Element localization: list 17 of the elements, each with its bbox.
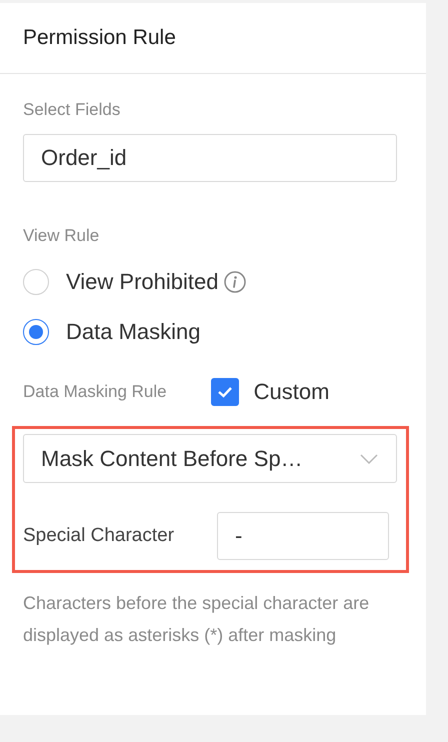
- radio-label[interactable]: Data Masking: [66, 319, 201, 345]
- select-fields-input[interactable]: Order_id: [23, 134, 397, 182]
- help-text: Characters before the special character are displayed as asterisks (*) after masking: [23, 592, 370, 647]
- check-icon: [216, 385, 234, 399]
- field-label: View Rule: [23, 226, 100, 246]
- radio-label[interactable]: View Prohibited: [66, 269, 218, 295]
- info-icon[interactable]: [224, 271, 246, 293]
- checkbox-label[interactable]: Custom: [254, 379, 330, 405]
- field-label: Data Masking Rule: [23, 382, 167, 402]
- radio-button[interactable]: [23, 319, 49, 345]
- masking-method-dropdown[interactable]: Mask Content Before Sp…: [23, 434, 397, 483]
- chevron-down-icon: [360, 454, 378, 464]
- field-label: Special Character: [23, 525, 176, 547]
- custom-checkbox[interactable]: [210, 378, 239, 406]
- field-label: Select Fields: [23, 100, 120, 120]
- special-character-input[interactable]: -: [217, 512, 389, 560]
- panel-title: Permission Rule: [23, 26, 176, 50]
